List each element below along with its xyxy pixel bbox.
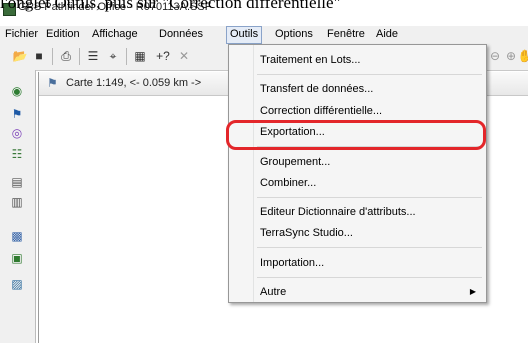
menu-bar: Fichier Edition Affichage Données Outils… [0, 26, 528, 44]
pan-icon[interactable]: ✋ [517, 48, 528, 64]
menu-options[interactable]: Options [272, 27, 316, 42]
left-toolbar: ◉ ⚑ ◎ ☷ ▤ ▥ ▩ ▣ ▨ [0, 70, 36, 343]
menu-separator [257, 197, 482, 198]
data-icon[interactable]: ☰ [85, 48, 101, 64]
tools-menu-dropdown: Traitement en Lots... Transfert de donné… [228, 44, 487, 303]
menu-gutter [229, 45, 254, 302]
menu-donnees[interactable]: Données [156, 27, 206, 42]
close-icon[interactable]: ✕ [176, 48, 192, 64]
submenu-arrow-icon: ▶ [469, 287, 476, 296]
highlight-annotation [226, 120, 486, 150]
data-dictionary-icon[interactable]: ☷ [9, 146, 25, 162]
instruction-caption: l'onglet Outils, puis sur "Correction di… [0, 0, 341, 12]
toolbar-separator [126, 48, 127, 65]
print-icon[interactable]: ⎙ [58, 48, 74, 64]
menu-item-importation[interactable]: Importation... [260, 256, 324, 270]
layers-icon[interactable]: ▦ [132, 48, 148, 64]
menu-outils[interactable]: Outils [226, 26, 263, 44]
menu-separator [257, 74, 482, 75]
menu-edition[interactable]: Edition [43, 27, 83, 42]
time-icon[interactable]: ⚑ [9, 106, 25, 122]
menu-item-editeur-dictionnaire[interactable]: Editeur Dictionnaire d'attributs... [260, 205, 416, 219]
zoom-out-icon[interactable]: ⊖ [487, 48, 503, 64]
query-icon[interactable]: +? [152, 48, 174, 64]
feature-icon[interactable]: ▤ [9, 174, 25, 190]
menu-item-terrasync-studio[interactable]: TerraSync Studio... [260, 226, 353, 240]
menu-item-correction-differentielle[interactable]: Correction différentielle... [260, 104, 382, 118]
import-icon[interactable]: ▣ [9, 250, 25, 266]
menu-aide[interactable]: Aide [373, 27, 401, 42]
map-icon[interactable]: ◉ [9, 83, 25, 99]
menu-affichage[interactable]: Affichage [89, 27, 141, 42]
menu-item-transfert-de-donnees[interactable]: Transfert de données... [260, 82, 373, 96]
menu-separator [257, 247, 482, 248]
menu-separator [257, 277, 482, 278]
menu-item-combiner[interactable]: Combiner... [260, 176, 316, 190]
menu-fenetre[interactable]: Fenêtre [324, 27, 368, 42]
target-icon[interactable]: ◎ [9, 125, 25, 141]
save-icon[interactable]: ■ [31, 48, 47, 64]
toolbar-separator [79, 48, 80, 65]
open-icon[interactable]: 📂 [12, 48, 28, 64]
attribute-icon[interactable]: ▥ [9, 194, 25, 210]
gps-icon[interactable]: ⌖ [105, 48, 121, 64]
toolbar-separator [52, 48, 53, 65]
layer-icon[interactable]: ▩ [9, 228, 25, 244]
menu-item-autre[interactable]: Autre [260, 285, 286, 299]
menu-fichier[interactable]: Fichier [2, 27, 41, 42]
map-scale-title: Carte 1:149, <- 0.059 km -> [66, 77, 202, 89]
map-window-icon: ⚑ [47, 76, 58, 90]
menu-item-traitement-en-lots[interactable]: Traitement en Lots... [260, 53, 360, 67]
export-icon[interactable]: ▨ [9, 276, 25, 292]
menu-item-groupement[interactable]: Groupement... [260, 155, 330, 169]
